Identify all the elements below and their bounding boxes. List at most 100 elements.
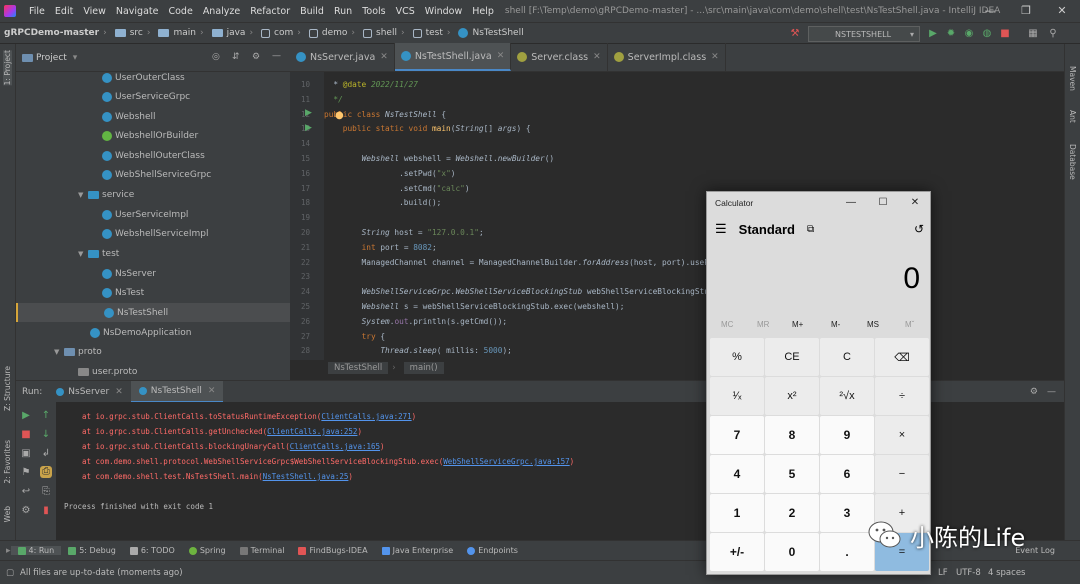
ant-tool-button[interactable]: Ant bbox=[1068, 110, 1077, 123]
digit-8-button[interactable]: 8 bbox=[765, 416, 819, 454]
stop-icon[interactable]: ■ bbox=[20, 429, 32, 441]
breadcrumb-java[interactable]: java › bbox=[210, 28, 259, 38]
locate-icon[interactable]: ◎ bbox=[212, 52, 220, 62]
close-icon[interactable]: ✕ bbox=[208, 386, 216, 396]
editor-breadcrumb-method[interactable]: main() bbox=[403, 362, 444, 374]
hide-icon[interactable]: — bbox=[272, 51, 281, 61]
menu-view[interactable]: View bbox=[78, 6, 111, 17]
project-structure-icon[interactable]: ▦ bbox=[1026, 27, 1040, 41]
breadcrumb-com[interactable]: com › bbox=[259, 28, 307, 38]
file-encoding[interactable]: UTF-8 bbox=[956, 568, 981, 578]
menu-file[interactable]: File bbox=[24, 6, 50, 17]
breadcrumb-demo[interactable]: demo › bbox=[307, 28, 361, 38]
clear-button[interactable]: C bbox=[820, 338, 874, 376]
menu-navigate[interactable]: Navigate bbox=[111, 6, 164, 17]
source-link[interactable]: NsTestShell.java:25 bbox=[263, 472, 349, 481]
rerun-icon[interactable]: ▶ bbox=[20, 410, 32, 422]
tree-item-nstest[interactable]: NsTest bbox=[102, 283, 144, 302]
gear-icon[interactable]: ⚙ bbox=[252, 52, 260, 62]
tree-item-user-proto[interactable]: user.proto bbox=[78, 362, 137, 381]
tool-endpoints-button[interactable]: Endpoints bbox=[460, 546, 525, 555]
square-button[interactable]: x² bbox=[765, 377, 819, 415]
close-icon[interactable]: ✕ bbox=[593, 52, 601, 62]
database-tool-button[interactable]: Database bbox=[1068, 144, 1077, 180]
tab-server-class[interactable]: Server.class ✕ bbox=[511, 43, 608, 71]
tab-nsserver[interactable]: NsServer.java ✕ bbox=[290, 43, 395, 71]
gear-icon[interactable]: ⚙ bbox=[1030, 387, 1038, 397]
search-everywhere-icon[interactable]: ⚲ bbox=[1046, 27, 1060, 41]
tool-java-enterprise-button[interactable]: Java Enterprise bbox=[375, 546, 461, 555]
tree-item-webshellouterclass[interactable]: WebshellOuterClass bbox=[102, 146, 205, 165]
indent-setting[interactable]: 4 spaces bbox=[988, 568, 1025, 578]
keep-on-top-icon[interactable]: ⧉ bbox=[807, 224, 814, 235]
coverage-icon[interactable]: ◉ bbox=[962, 27, 976, 41]
exit-icon[interactable]: ↩ bbox=[20, 486, 32, 498]
digit-6-button[interactable]: 6 bbox=[820, 455, 874, 493]
percent-button[interactable]: % bbox=[710, 338, 764, 376]
reciprocal-button[interactable]: ¹⁄ₓ bbox=[710, 377, 764, 415]
breadcrumb-shell[interactable]: shell › bbox=[361, 28, 411, 38]
structure-tool-button[interactable]: Z: Structure bbox=[3, 366, 12, 411]
source-link[interactable]: ClientCalls.java:165 bbox=[290, 442, 380, 451]
tree-item-proto[interactable]: ▼ proto bbox=[54, 342, 102, 361]
delete-icon[interactable]: ▮ bbox=[40, 505, 52, 517]
tree-item-useroutercls[interactable]: UserOuterClass bbox=[102, 68, 185, 87]
line-separator[interactable]: LF bbox=[938, 568, 948, 578]
breadcrumb-nstestshell[interactable]: NsTestShell bbox=[456, 28, 525, 38]
maximize-icon[interactable]: ☐ bbox=[867, 192, 899, 214]
breadcrumb-main[interactable]: main › bbox=[156, 28, 209, 38]
editor-breadcrumb-class[interactable]: NsTestShell bbox=[328, 362, 389, 374]
tree-item-webshellserviceimpl[interactable]: WebshellServiceImpl bbox=[102, 224, 208, 243]
tool-findbugs-button[interactable]: FindBugs-IDEA bbox=[291, 546, 374, 555]
subtract-button[interactable]: − bbox=[875, 455, 929, 493]
menu-analyze[interactable]: Analyze bbox=[198, 6, 245, 17]
close-icon[interactable]: ✕ bbox=[899, 192, 931, 214]
close-icon[interactable]: ✕ bbox=[1044, 0, 1080, 22]
memory-list-button[interactable]: Mˇ bbox=[905, 320, 914, 329]
memory-clear-button[interactable]: MC bbox=[721, 320, 733, 329]
tool-spring-button[interactable]: Spring bbox=[182, 546, 233, 555]
menu-refactor[interactable]: Refactor bbox=[245, 6, 295, 17]
decimal-button[interactable]: . bbox=[820, 533, 874, 571]
tool-todo-button[interactable]: 6: TODO bbox=[123, 546, 182, 555]
settings-icon[interactable]: ⚙ bbox=[20, 505, 32, 517]
minimize-icon[interactable]: — bbox=[972, 0, 1008, 22]
source-link[interactable]: ClientCalls.java:252 bbox=[267, 427, 357, 436]
layout-icon[interactable]: ▢ bbox=[6, 568, 14, 578]
scroll-up-icon[interactable]: ↑ bbox=[40, 410, 52, 422]
close-icon[interactable]: ✕ bbox=[380, 52, 388, 62]
run-tab-nstestshell[interactable]: NsTestShell ✕ bbox=[130, 380, 224, 403]
chevron-down-icon[interactable]: ▾ bbox=[73, 53, 78, 63]
tree-item-nstestshell[interactable]: NsTestShell bbox=[16, 303, 290, 322]
run-gutter-icon[interactable]: ▶ bbox=[305, 108, 312, 118]
tab-serverimpl-class[interactable]: ServerImpl.class ✕ bbox=[608, 43, 726, 71]
menu-window[interactable]: Window bbox=[420, 6, 467, 17]
tab-nstestshell[interactable]: NsTestShell.java ✕ bbox=[394, 43, 512, 71]
restore-icon[interactable]: ❐ bbox=[1008, 0, 1044, 22]
tool-run-button[interactable]: 4: Run bbox=[10, 546, 62, 555]
tree-item-nsdemoapplication[interactable]: NsDemoApplication bbox=[90, 323, 191, 342]
divide-button[interactable]: ÷ bbox=[875, 377, 929, 415]
code-editor[interactable]: * @date 2022/11/27 */public class NsTest… bbox=[324, 72, 1064, 360]
tree-item-userserviceimpl[interactable]: UserServiceImpl bbox=[102, 205, 188, 224]
source-link[interactable]: WebShellServiceGrpc.java:157 bbox=[443, 457, 569, 466]
camera-icon[interactable]: ▣ bbox=[20, 448, 32, 460]
web-tool-button[interactable]: Web bbox=[3, 506, 12, 522]
source-link[interactable]: ClientCalls.java:271 bbox=[321, 412, 411, 421]
digit-7-button[interactable]: 7 bbox=[710, 416, 764, 454]
stop-icon[interactable]: ■ bbox=[998, 27, 1012, 41]
tree-item-webshellorbuilder[interactable]: WebshellOrBuilder bbox=[102, 126, 198, 145]
profile-icon[interactable]: ◍ bbox=[980, 27, 994, 41]
project-panel-title[interactable]: Project bbox=[36, 53, 67, 63]
menu-tools[interactable]: Tools bbox=[357, 6, 390, 17]
menu-code[interactable]: Code bbox=[163, 6, 197, 17]
pin-icon[interactable]: ⚑ bbox=[20, 467, 32, 479]
menu-run[interactable]: Run bbox=[329, 6, 357, 17]
hammer-icon[interactable]: ⚒ bbox=[788, 27, 802, 41]
tree-item-service[interactable]: ▼ service bbox=[78, 185, 134, 204]
history-icon[interactable]: ↺ bbox=[914, 222, 924, 236]
memory-add-button[interactable]: M+ bbox=[792, 320, 803, 329]
print-icon[interactable]: ⎙ bbox=[40, 466, 52, 478]
run-gutter-icon[interactable]: ▶ bbox=[305, 123, 312, 133]
menu-vcs[interactable]: VCS bbox=[391, 6, 420, 17]
